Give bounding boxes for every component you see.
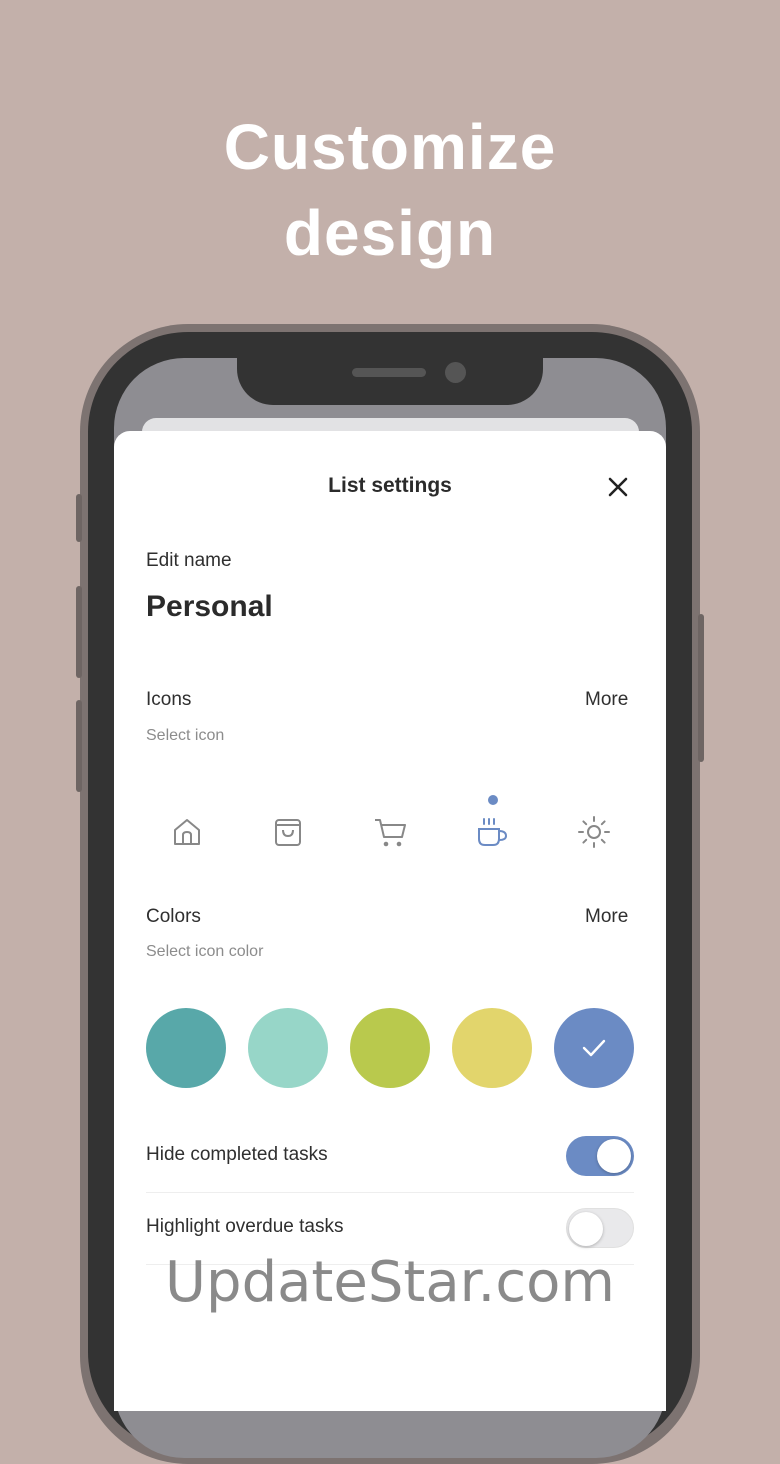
hide-completed-toggle[interactable] — [566, 1136, 634, 1176]
mute-switch — [76, 494, 82, 542]
icon-option-cart[interactable] — [370, 812, 410, 852]
volume-up-button — [76, 586, 82, 678]
color-swatch-teal[interactable] — [146, 1008, 226, 1088]
color-swatch-yellow[interactable] — [452, 1008, 532, 1088]
power-button — [698, 614, 704, 762]
close-button[interactable] — [603, 472, 633, 502]
toggle-knob — [597, 1139, 631, 1173]
divider — [146, 1192, 634, 1193]
color-swatch-mint[interactable] — [248, 1008, 328, 1088]
volume-down-button — [76, 700, 82, 792]
close-icon — [608, 477, 628, 497]
cup-icon — [478, 818, 508, 846]
selected-icon-indicator — [488, 795, 498, 805]
sun-icon — [578, 816, 610, 848]
sheet-title: List settings — [328, 474, 452, 497]
highlight-overdue-label: Highlight overdue tasks — [146, 1216, 344, 1237]
icon-option-home[interactable] — [167, 812, 207, 852]
headline-line-1: Customize — [223, 111, 557, 183]
icons-label: Icons — [146, 689, 192, 710]
icon-option-cup[interactable] — [472, 812, 512, 852]
watermark: UpdateStar.com — [165, 1250, 615, 1315]
edit-name-label: Edit name — [146, 550, 232, 571]
colors-label: Colors — [146, 906, 201, 927]
toggle-knob — [569, 1212, 603, 1246]
hide-completed-label: Hide completed tasks — [146, 1144, 328, 1165]
colors-hint: Select icon color — [146, 943, 264, 960]
headline-line-2: design — [283, 197, 497, 269]
icon-option-sun[interactable] — [574, 812, 614, 852]
list-name-field[interactable]: Personal — [146, 590, 273, 624]
color-swatch-lime[interactable] — [350, 1008, 430, 1088]
highlight-overdue-toggle[interactable] — [566, 1208, 634, 1248]
color-swatch-blue[interactable] — [554, 1008, 634, 1088]
bag-icon — [275, 819, 301, 846]
front-camera — [445, 362, 466, 383]
icons-more-link[interactable]: More — [585, 689, 628, 711]
speaker-grille — [352, 368, 426, 377]
checkmark-icon — [582, 1039, 606, 1057]
colors-more-link[interactable]: More — [585, 906, 628, 928]
cart-icon — [375, 819, 406, 847]
icons-hint: Select icon — [146, 727, 225, 744]
icon-option-bag[interactable] — [268, 812, 308, 852]
home-icon — [174, 819, 200, 845]
headline: Customize design — [0, 104, 780, 276]
